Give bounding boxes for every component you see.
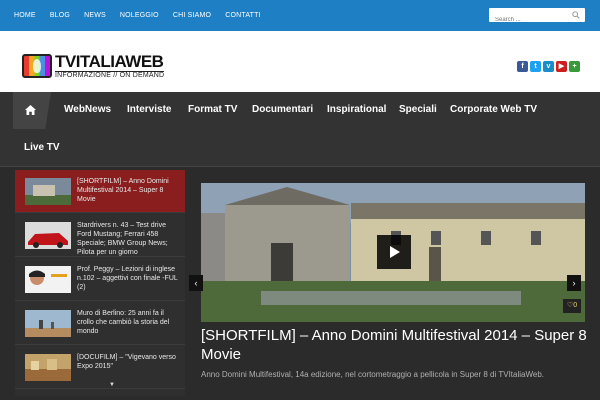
list-item-title: [DOCUFILM] – "Vigevano verso Expo 2015" (77, 354, 176, 370)
topnav-home[interactable]: HOME (14, 12, 36, 19)
site-header: TVITALIAWEB INFORMAZIONE // ON DEMAND (0, 31, 600, 92)
nav-format-tv[interactable]: Format TV (188, 104, 237, 115)
vimeo-icon[interactable]: v (543, 61, 554, 72)
home-button[interactable] (13, 92, 51, 129)
topnav-chi-siamo[interactable]: CHI SIAMO (173, 12, 211, 19)
search-icon[interactable] (572, 11, 580, 19)
topnav-noleggio[interactable]: NOLEGGIO (120, 12, 159, 19)
post-thumbnail (25, 310, 71, 337)
logo-tagline: INFORMAZIONE // ON DEMAND (55, 71, 165, 79)
search-box (489, 8, 585, 27)
top-nav: HOME BLOG NEWS NOLEGGIO CHI SIAMO CONTAT… (14, 0, 275, 31)
twitter-icon[interactable]: t (530, 61, 541, 72)
nav-webnews[interactable]: WebNews (64, 104, 111, 115)
slider-next-arrow[interactable]: › (567, 275, 581, 291)
scroll-down-icon[interactable]: ▼ (109, 382, 115, 388)
home-icon (25, 105, 36, 115)
post-thumbnail (25, 266, 71, 293)
list-item-title: Prof. Peggy – Lezioni di inglese n.102 –… (77, 266, 178, 291)
list-item[interactable]: [DOCUFILM] – "Vigevano verso Expo 2015" (15, 346, 185, 389)
featured-post-excerpt: Anno Domini Multifestival, 14a edizione,… (201, 370, 544, 379)
list-item-title: Stardrivers n. 43 – Test drive Ford Must… (77, 222, 168, 256)
main-nav: WebNews Interviste Format TV Documentari… (0, 92, 600, 167)
featured-slider[interactable] (201, 183, 585, 322)
tv-logo-icon (22, 54, 52, 78)
comment-count-badge[interactable]: ♡0 (563, 299, 581, 313)
post-list: [SHORTFILM] – Anno Domini Multifestival … (15, 170, 185, 396)
list-item[interactable]: Stardrivers n. 43 – Test drive Ford Must… (15, 214, 185, 257)
plus-icon[interactable]: + (569, 61, 580, 72)
nav-corporate-web-tv[interactable]: Corporate Web TV (450, 104, 537, 115)
list-item[interactable]: [SHORTFILM] – Anno Domini Multifestival … (15, 170, 185, 213)
post-thumbnail (25, 178, 71, 205)
youtube-icon[interactable]: ▶ (556, 61, 567, 72)
post-thumbnail (25, 354, 71, 381)
topnav-blog[interactable]: BLOG (50, 12, 70, 19)
nav-documentari[interactable]: Documentari (252, 104, 313, 115)
social-links: f t v ▶ + (517, 61, 582, 72)
logo-title: TVITALIAWEB (55, 52, 164, 71)
topnav-news[interactable]: NEWS (84, 12, 106, 19)
comment-count: 0 (573, 302, 578, 309)
facebook-icon[interactable]: f (517, 61, 528, 72)
nav-speciali[interactable]: Speciali (399, 104, 437, 115)
nav-live-tv[interactable]: Live TV (24, 142, 60, 153)
list-item-title: Muro di Berlino: 25 anni fa il crollo ch… (77, 310, 170, 335)
list-item[interactable]: Muro di Berlino: 25 anni fa il crollo ch… (15, 302, 185, 345)
topnav-contatti[interactable]: CONTATTI (225, 12, 261, 19)
post-thumbnail (25, 222, 71, 249)
slider-prev-arrow[interactable]: ‹ (189, 275, 203, 291)
nav-interviste[interactable]: Interviste (127, 104, 171, 115)
play-button[interactable] (377, 235, 411, 269)
list-item[interactable]: Prof. Peggy – Lezioni di inglese n.102 –… (15, 258, 185, 301)
top-bar: HOME BLOG NEWS NOLEGGIO CHI SIAMO CONTAT… (0, 0, 600, 31)
list-item-title: [SHORTFILM] – Anno Domini Multifestival … (77, 178, 169, 203)
featured-post-title[interactable]: [SHORTFILM] – Anno Domini Multifestival … (201, 326, 591, 364)
site-logo[interactable]: TVITALIAWEB INFORMAZIONE // ON DEMAND (22, 52, 165, 79)
search-input[interactable] (489, 13, 569, 27)
nav-inspirational[interactable]: Inspirational (327, 104, 386, 115)
